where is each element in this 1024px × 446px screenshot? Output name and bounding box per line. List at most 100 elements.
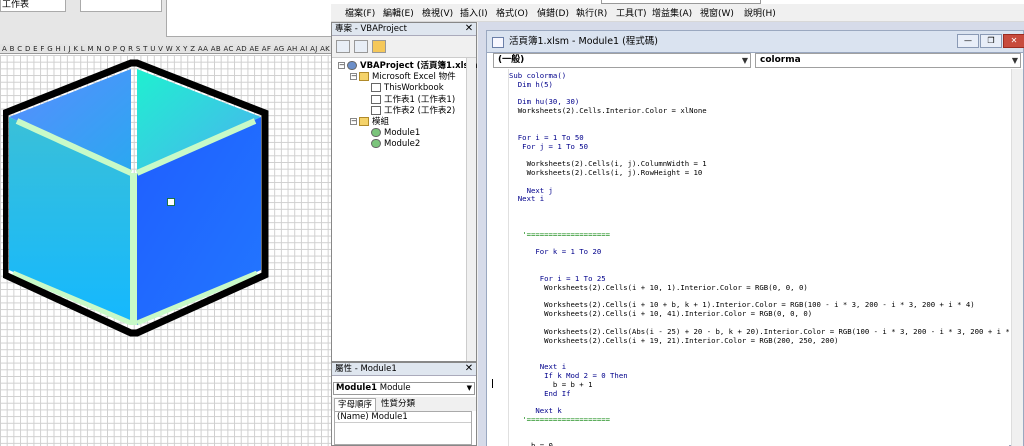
tree-item-label: Module2 [384, 139, 421, 150]
sheet-icon [371, 105, 381, 115]
chevron-down-icon[interactable]: ▼ [467, 383, 472, 394]
code-line[interactable]: Worksheets(2).Cells(i, j).ColumnWidth = … [509, 159, 707, 168]
object-dropdown[interactable]: (一般) ▼ [493, 53, 751, 68]
vba-editor-window: 檔案(F) 編輯(E) 檢視(V) 插入(I) 格式(O) 偵錯(D) 執行(R… [331, 0, 1024, 446]
tree-item[interactable]: − 模組 [350, 117, 389, 128]
menu-edit[interactable]: 編輯(E) [383, 8, 414, 20]
project-explorer: 專案 - VBAProject ✕ − VBAProject (活頁簿1.xlsm… [331, 22, 481, 362]
expand-toggle-icon[interactable]: − [338, 62, 345, 69]
code-line[interactable]: Dim hu(30, 30) [509, 97, 580, 106]
tree-item[interactable]: − Microsoft Excel 物件 [350, 72, 456, 83]
code-line[interactable]: Next k [509, 406, 561, 415]
code-line[interactable]: For k = 1 To 20 [509, 247, 601, 256]
close-icon[interactable]: ✕ [463, 23, 475, 35]
close-icon[interactable]: ✕ [463, 363, 475, 375]
column-headers[interactable]: A B C D E F G H I J K L M N O P Q R S T … [0, 44, 331, 54]
code-line[interactable]: Worksheets(2).Cells(i + 10, 1).Interior.… [509, 283, 808, 292]
code-line[interactable]: Worksheets(2).Cells(i + 19, 21).Interior… [509, 336, 838, 345]
menu-format[interactable]: 格式(O) [496, 8, 528, 20]
menu-view[interactable]: 檢視(V) [422, 8, 453, 20]
project-explorer-title: 專案 - VBAProject ✕ [332, 23, 476, 36]
code-line[interactable]: For i = 1 To 50 [509, 133, 584, 142]
menu-insert[interactable]: 插入(I) [460, 8, 488, 20]
code-window-body: (一般) ▼ colorma ▼ Sub colorma() Dim h(5) … [486, 52, 1024, 446]
tab-alphabetic[interactable]: 字母順序 [334, 398, 377, 411]
tree-item[interactable]: 工作表2 (工作表2) [362, 105, 455, 117]
view-code-icon[interactable] [336, 40, 350, 53]
menu-help[interactable]: 說明(H) [744, 8, 776, 20]
tree-item-label: VBAProject (活頁簿1.xlsm) [360, 61, 482, 71]
project-tree-scrollbar[interactable] [466, 58, 476, 361]
code-line[interactable]: Next j [509, 186, 553, 195]
close-button[interactable]: ✕ [1003, 34, 1024, 48]
tree-item[interactable]: 工作表1 (工作表1) [362, 94, 455, 106]
object-dropdown-value: (一般) [498, 55, 525, 65]
pixel-cube-drawing [3, 59, 269, 337]
code-line[interactable]: Worksheets(2).Cells(i + 10, 41).Interior… [509, 309, 812, 318]
menu-run[interactable]: 執行(R) [576, 8, 607, 20]
toggle-folders-icon[interactable] [372, 40, 386, 53]
code-window-titlebar[interactable]: 活頁簿1.xlsm - Module1 (程式碼) — ❐ ✕ [486, 30, 1024, 52]
restore-button[interactable]: ❐ [980, 34, 1002, 48]
view-object-icon[interactable] [354, 40, 368, 53]
tree-item[interactable]: Module1 [362, 128, 420, 139]
chevron-down-icon[interactable]: ▼ [742, 54, 748, 67]
menu-tools[interactable]: 工具(T) [616, 8, 647, 20]
menu-window[interactable]: 視窗(W) [700, 8, 734, 20]
code-line[interactable]: '=================== [509, 415, 610, 424]
properties-grid: (Name) Module1 [334, 411, 472, 445]
code-line[interactable]: Worksheets(2).Cells(Abs(i - 25) + 20 - b… [509, 327, 1009, 336]
tree-item-label: 模組 [372, 117, 390, 127]
project-tree: − VBAProject (活頁簿1.xlsm) − Microsoft Excel … [332, 58, 481, 361]
cell-cursor[interactable] [167, 198, 175, 206]
project-explorer-title-text: 專案 - VBAProject [335, 24, 408, 34]
code-line[interactable]: Dim h(5) [509, 80, 553, 89]
code-line[interactable]: b = b + 1 [509, 380, 593, 389]
tree-item[interactable]: Module2 [362, 139, 420, 150]
properties-title: 屬性 - Module1 ✕ [332, 363, 476, 376]
chevron-down-icon[interactable]: ▼ [1012, 54, 1018, 67]
module-icon [371, 128, 381, 138]
folder-icon [359, 72, 369, 82]
code-margin[interactable] [487, 69, 509, 446]
code-line[interactable]: If k Mod 2 = 0 Then [509, 371, 627, 380]
expand-toggle-icon[interactable]: − [350, 118, 357, 125]
code-line[interactable]: Next i [509, 362, 566, 371]
code-editor[interactable]: Sub colorma() Dim h(5) Dim hu(30, 30) Wo… [509, 69, 1009, 446]
text-caret [492, 379, 493, 388]
minimize-button[interactable]: — [957, 34, 979, 48]
object-combo-type: Module [379, 383, 411, 393]
object-combo[interactable]: Module1 Module ▼ [333, 382, 475, 395]
code-line[interactable]: For i = 1 To 25 [509, 274, 606, 283]
procedure-dropdown[interactable]: colorma ▼ [755, 53, 1021, 68]
expand-toggle-icon[interactable]: − [350, 73, 357, 81]
folder-icon [359, 117, 369, 126]
tab-categorized[interactable]: 性質分類 [378, 398, 418, 411]
code-line[interactable]: Worksheets(2).Cells(i, j).RowHeight = 10 [509, 168, 703, 177]
code-line[interactable]: '=================== [509, 230, 610, 239]
formula-bar[interactable] [80, 0, 162, 12]
properties-tabs: 字母順序 性質分類 [332, 397, 476, 411]
tree-item[interactable]: ThisWorkbook [362, 83, 444, 94]
code-line[interactable]: End If [509, 389, 570, 398]
project-explorer-toolbar [332, 36, 476, 58]
code-window: 活頁簿1.xlsm - Module1 (程式碼) — ❐ ✕ (一般) ▼ c… [478, 22, 1024, 446]
menu-file[interactable]: 檔案(F) [345, 8, 375, 20]
menu-addins[interactable]: 增益集(A) [652, 8, 692, 20]
code-line[interactable]: Next i [509, 194, 544, 203]
code-line[interactable]: Worksheets(2).Cells.Interior.Color = xlN… [509, 106, 707, 115]
vba-project-icon [347, 61, 357, 70]
properties-window: 屬性 - Module1 ✕ Module1 Module ▼ 字母順序 性質分… [331, 362, 477, 446]
property-row-name[interactable]: (Name) Module1 [335, 412, 471, 423]
code-line[interactable]: b = 0 [509, 441, 553, 446]
menu-debug[interactable]: 偵錯(D) [537, 8, 569, 20]
code-line[interactable]: Worksheets(2).Cells(i + 10 + b, k + 1).I… [509, 300, 975, 309]
name-box[interactable]: 工作表 [0, 0, 66, 12]
tree-item[interactable]: − VBAProject (活頁簿1.xlsm) [338, 61, 481, 72]
code-line[interactable]: Sub colorma() [509, 71, 566, 80]
sheet-icon [371, 94, 381, 104]
menu-bar: 檔案(F) 編輯(E) 檢視(V) 插入(I) 格式(O) 偵錯(D) 執行(R… [331, 4, 1024, 22]
code-line[interactable]: For j = 1 To 50 [509, 142, 588, 151]
code-vertical-scrollbar[interactable] [1011, 69, 1023, 446]
cube-highlight-center-edge [130, 173, 137, 325]
